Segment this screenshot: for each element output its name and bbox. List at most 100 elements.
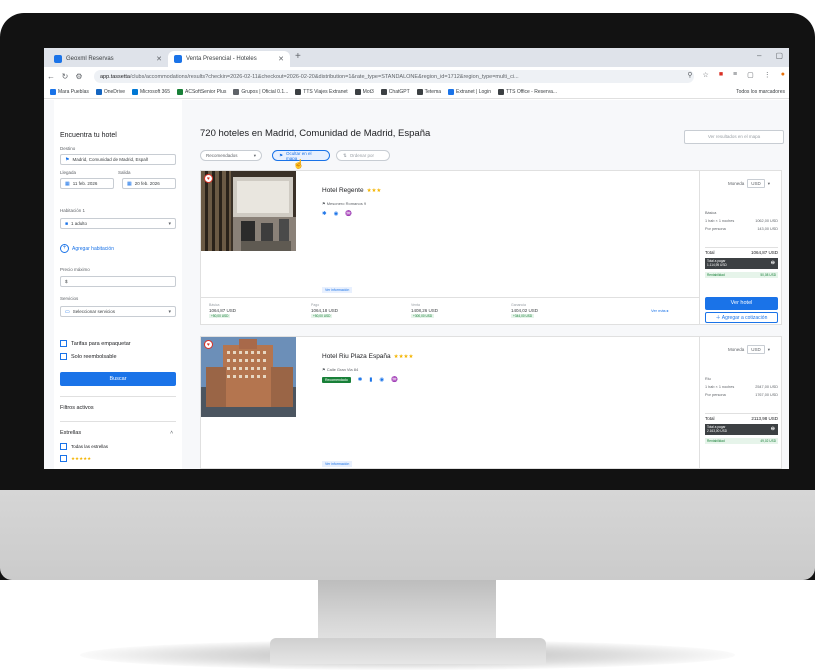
bookmark-item[interactable]: TTS Viajes Extranet — [295, 89, 348, 95]
hotel-name-text: Hotel Regente — [322, 187, 364, 194]
tab-label: Venta Presencial - Hoteles — [186, 56, 257, 62]
sort-select[interactable]: Recomendados ▾ — [200, 150, 262, 161]
bookmark-item[interactable]: ACSoftSenior Plus — [177, 89, 226, 95]
bookmark-item[interactable]: Mot3 — [354, 89, 374, 95]
all-stars-label: Todas las estrellas — [71, 444, 109, 449]
bookmark-favicon-icon — [295, 89, 302, 95]
salida-input[interactable]: ▦ 20 feb. 2026 — [122, 178, 176, 189]
guests-select[interactable]: ■ 1 adulto ▾ — [60, 218, 176, 229]
menu-icon[interactable]: ≡ — [733, 71, 737, 79]
pin-icon: ⚑ — [279, 152, 284, 158]
bookmark-label: TTS Office - Reserva... — [505, 89, 558, 95]
map-button[interactable]: Ver resultados en el mapa — [684, 130, 784, 144]
hotel-photo[interactable]: ♥ — [201, 171, 296, 251]
checkbox-box[interactable] — [60, 353, 67, 360]
bookmark-item[interactable]: Extranet | Login — [448, 89, 491, 95]
bookmark-favicon-icon — [177, 89, 183, 95]
bookmark-item[interactable]: TTS Office - Reserva... — [497, 89, 558, 95]
zoom-icon[interactable]: ⚲ — [687, 71, 692, 79]
reembolsable-label: Solo reembolsable — [71, 353, 117, 360]
bookmark-item[interactable]: Mara Pueblas — [50, 89, 89, 95]
monitor-chin — [0, 490, 815, 580]
minimize-icon[interactable]: – — [757, 51, 761, 60]
add-room-button[interactable]: + Agregar habitación — [60, 244, 114, 253]
site-info-icon[interactable]: ⚙ — [72, 72, 86, 81]
bookmark-item[interactable]: Grupos | Oficial 0.1... — [233, 89, 288, 95]
checkbox-box[interactable] — [60, 455, 67, 462]
hotel-photo[interactable]: ♥ — [201, 337, 296, 417]
destino-label: Destino — [60, 146, 76, 151]
add-to-quote-button[interactable]: ＋ Agregar a cotización — [705, 312, 778, 323]
chevron-up-icon[interactable]: ˄ — [170, 430, 173, 436]
restore-icon[interactable]: ▢ — [775, 51, 783, 60]
more-icon[interactable]: ⋮ — [764, 71, 771, 79]
hotel-card: ♥ Hotel Riu Plaza España ★★★★ ⚑ Calle Gra… — [200, 336, 782, 469]
habitacion-label: Habitación 1 — [60, 208, 86, 213]
all-stars-checkbox[interactable]: Todas las estrellas — [60, 443, 108, 450]
extension-icon[interactable]: ■ — [719, 71, 723, 79]
hotel-name[interactable]: Hotel Riu Plaza España ★★★★ — [322, 353, 413, 360]
pay-value: 1.114,95 USD — [707, 263, 727, 267]
reload-icon[interactable]: ↻ — [58, 72, 72, 81]
price-row: Básica — [705, 211, 778, 215]
profile-icon[interactable]: ● — [781, 71, 785, 79]
checkbox-box[interactable] — [60, 443, 67, 450]
five-stars-checkbox[interactable]: ★★★★★ — [60, 455, 91, 462]
bookmark-favicon-icon — [448, 89, 455, 95]
price-row-value: 1767,00 USD — [755, 393, 778, 397]
empaquetar-checkbox[interactable]: Tarifas para empaquetar — [60, 340, 131, 347]
address-text: Mesonero Romanos 9 — [326, 201, 367, 206]
projection-cell: Básica 1064,87 USD +50,00 USD — [209, 303, 236, 318]
browser-tab-active[interactable]: Venta Presencial - Hoteles ✕ — [168, 51, 290, 67]
projection-tag: +50,00 USD — [209, 314, 231, 318]
browser-tab[interactable]: Geoxml Reservas ✕ — [48, 51, 168, 67]
location-pin-icon: ⚑ — [65, 156, 70, 163]
view-hotel-button[interactable]: Ver hotel — [705, 297, 778, 310]
new-tab-icon[interactable]: + — [295, 52, 301, 62]
servicios-select[interactable]: ▭ Seleccionar servicios ▾ — [60, 306, 176, 317]
servicios-label: Servicios — [60, 296, 79, 301]
address-bar[interactable]: app.tassetta/clubs/accommodations/result… — [94, 70, 694, 83]
currency-selector[interactable]: Moneda USD ▾ — [728, 345, 770, 354]
bookmark-item[interactable]: Tetema — [416, 89, 441, 95]
pool-icon: ◉ — [379, 377, 385, 383]
bookmark-label: Mara Pueblas — [58, 89, 89, 95]
currency-selector[interactable]: Moneda USD ▾ — [728, 179, 770, 188]
hotel-info-link[interactable]: Ver información — [322, 461, 353, 467]
back-icon[interactable]: ← — [44, 72, 58, 81]
bookmark-favicon-icon — [95, 89, 102, 95]
sort-chip[interactable]: ⇅ Ordenar por — [336, 150, 390, 161]
bookmark-label: Extranet | Login — [456, 89, 491, 95]
reembolsable-checkbox[interactable]: Solo reembolsable — [60, 353, 117, 360]
hotel-name[interactable]: Hotel Regente ★★★ — [322, 187, 381, 194]
close-icon[interactable]: ✕ — [156, 55, 162, 63]
bookmark-item[interactable]: Microsoft 365 — [131, 89, 170, 95]
toggle-icon[interactable]: ⊖ — [771, 427, 775, 432]
hotel-name-text: Hotel Riu Plaza España — [322, 353, 391, 360]
hotel-info-link[interactable]: Ver información — [322, 287, 353, 293]
llegada-label: Llegada — [60, 170, 77, 175]
more-link[interactable]: Ver más ▸ — [651, 308, 669, 313]
destino-input[interactable]: ⚑ Madrid, Comunidad de Madrid, Españ — [60, 154, 176, 165]
rentabilidad-row: Rentabilidad 50,08 USD — [705, 272, 778, 278]
toggle-icon[interactable]: ⊖ — [771, 261, 775, 266]
projection-cell: Pago 1064,18 USD +50,00 USD — [311, 303, 338, 318]
checkbox-box[interactable] — [60, 340, 67, 347]
sidepanel-icon[interactable]: ▢ — [747, 71, 754, 79]
bookmark-item[interactable]: ChatGPT — [380, 89, 410, 95]
hotel-address: ⚑ Mesonero Romanos 9 — [322, 201, 367, 206]
pay-box: Total a pagar 2.163,00 USD ⊖ — [705, 424, 778, 435]
heart-icon[interactable]: ♥ — [204, 340, 213, 349]
page-content: Encuentra tu hotel Destino ⚑ Madrid, Com… — [44, 100, 789, 469]
llegada-input[interactable]: ▦ 11 feb. 2026 — [60, 178, 114, 189]
star-icon[interactable]: ☆ — [703, 71, 709, 79]
precio-input[interactable]: $ — [60, 276, 176, 287]
rentabilidad-row: Rentabilidad 49,02 USD — [705, 438, 778, 444]
precio-label: Precio máximo — [60, 267, 90, 272]
heart-icon[interactable]: ♥ — [204, 174, 213, 183]
all-bookmarks[interactable]: Todos los marcadores — [736, 89, 785, 95]
bookmark-item[interactable]: OneDrive — [95, 89, 125, 95]
close-icon[interactable]: ✕ — [278, 55, 284, 63]
hotel-amenities: ✱ ◉ ♒ — [322, 211, 352, 217]
search-button[interactable]: Buscar — [60, 372, 176, 386]
